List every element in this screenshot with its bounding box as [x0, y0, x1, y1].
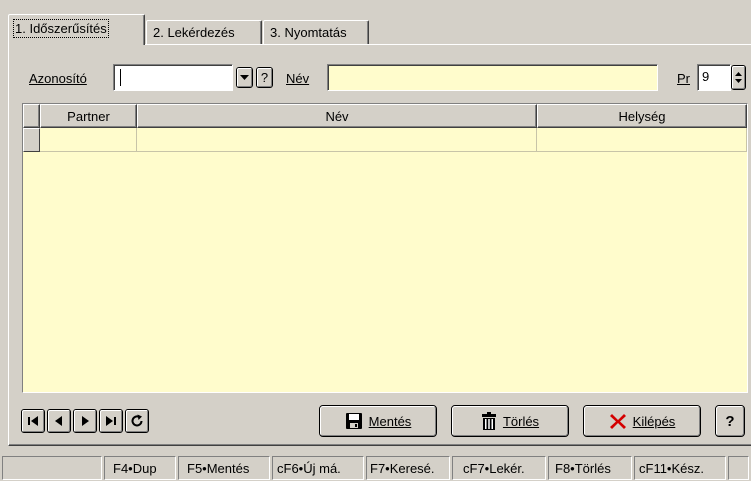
pr-spinner[interactable]	[731, 65, 746, 90]
refresh-button[interactable]	[125, 409, 149, 433]
azonosito-help-button[interactable]: ?	[256, 67, 273, 88]
chevron-up-icon	[735, 72, 742, 76]
grid-header-row: Partner Név Helység	[23, 104, 747, 128]
question-mark-icon: ?	[725, 412, 735, 430]
status-f8-torles[interactable]: F8•Törlés	[548, 456, 632, 480]
pr-value: 9	[702, 69, 710, 84]
pr-input[interactable]: 9	[697, 64, 731, 91]
column-header-partner[interactable]: Partner	[40, 104, 137, 128]
first-record-button[interactable]	[21, 409, 45, 433]
azonosito-label: Azonosító	[29, 71, 87, 86]
exit-button-label: Kilépés	[632, 413, 676, 429]
column-header-nev[interactable]: Név	[137, 104, 537, 128]
tab-nyomtatas[interactable]: 3. Nyomtatás	[263, 20, 369, 44]
status-f4-dup[interactable]: F4•Dup	[104, 456, 176, 480]
status-cf6-uj[interactable]: cF6•Új má.	[272, 456, 364, 480]
azonosito-input[interactable]	[113, 64, 233, 91]
chevron-down-icon	[240, 74, 249, 80]
save-button[interactable]: Mentés	[319, 405, 437, 437]
skip-last-icon	[106, 416, 116, 426]
status-cf7-lekerdezes[interactable]: cF7•Lekér.	[452, 456, 546, 480]
delete-button-label: Törlés	[502, 413, 540, 429]
table-row[interactable]	[23, 128, 747, 152]
nev-label: Név	[286, 71, 310, 86]
next-record-button[interactable]	[73, 409, 97, 433]
save-button-label: Mentés	[368, 413, 412, 429]
nev-input[interactable]	[327, 64, 658, 91]
trash-icon	[481, 412, 496, 430]
status-f7-kereses[interactable]: F7•Keresé.	[366, 456, 450, 480]
tab-label: 3. Nyomtatás	[270, 25, 347, 40]
exit-button[interactable]: Kilépés	[583, 405, 701, 437]
cell-helyseg[interactable]	[537, 128, 747, 152]
triangle-left-icon	[55, 416, 62, 426]
triangle-right-icon	[82, 416, 89, 426]
previous-record-button[interactable]	[47, 409, 71, 433]
tab-lekerdezes[interactable]: 2. Lekérdezés	[146, 20, 262, 44]
text-caret	[120, 69, 121, 87]
status-bar: F4•Dup F5•Mentés cF6•Új má. F7•Keresé. c…	[0, 455, 751, 481]
status-f5-mentes[interactable]: F5•Mentés	[178, 456, 270, 480]
column-header-helyseg[interactable]: Helység	[537, 104, 747, 128]
chevron-down-icon	[735, 79, 742, 83]
azonosito-dropdown-button[interactable]	[236, 67, 253, 88]
tab-label: 2. Lekérdezés	[153, 25, 235, 40]
cell-partner[interactable]	[40, 128, 137, 152]
delete-button[interactable]: Törlés	[451, 405, 569, 437]
cell-nev[interactable]	[137, 128, 537, 152]
status-cf11-kesz[interactable]: cF11•Kész.	[634, 456, 726, 480]
row-indicator[interactable]	[23, 128, 40, 152]
refresh-icon	[131, 414, 143, 427]
grid-corner-cell	[23, 104, 40, 128]
last-record-button[interactable]	[99, 409, 123, 433]
tab-label: 1. Időszerűsítés	[13, 19, 109, 38]
tab-idoszerusites[interactable]: 1. Időszerűsítés	[8, 14, 145, 45]
partner-grid[interactable]: Partner Név Helység	[22, 103, 748, 393]
pr-label: Pr	[677, 71, 690, 86]
status-segment-empty	[2, 456, 102, 480]
close-icon	[609, 414, 626, 429]
question-mark-icon: ?	[260, 70, 269, 85]
help-button[interactable]: ?	[715, 405, 745, 437]
skip-first-icon	[28, 416, 38, 426]
resize-grip[interactable]	[728, 456, 749, 480]
floppy-disk-icon	[345, 413, 362, 429]
